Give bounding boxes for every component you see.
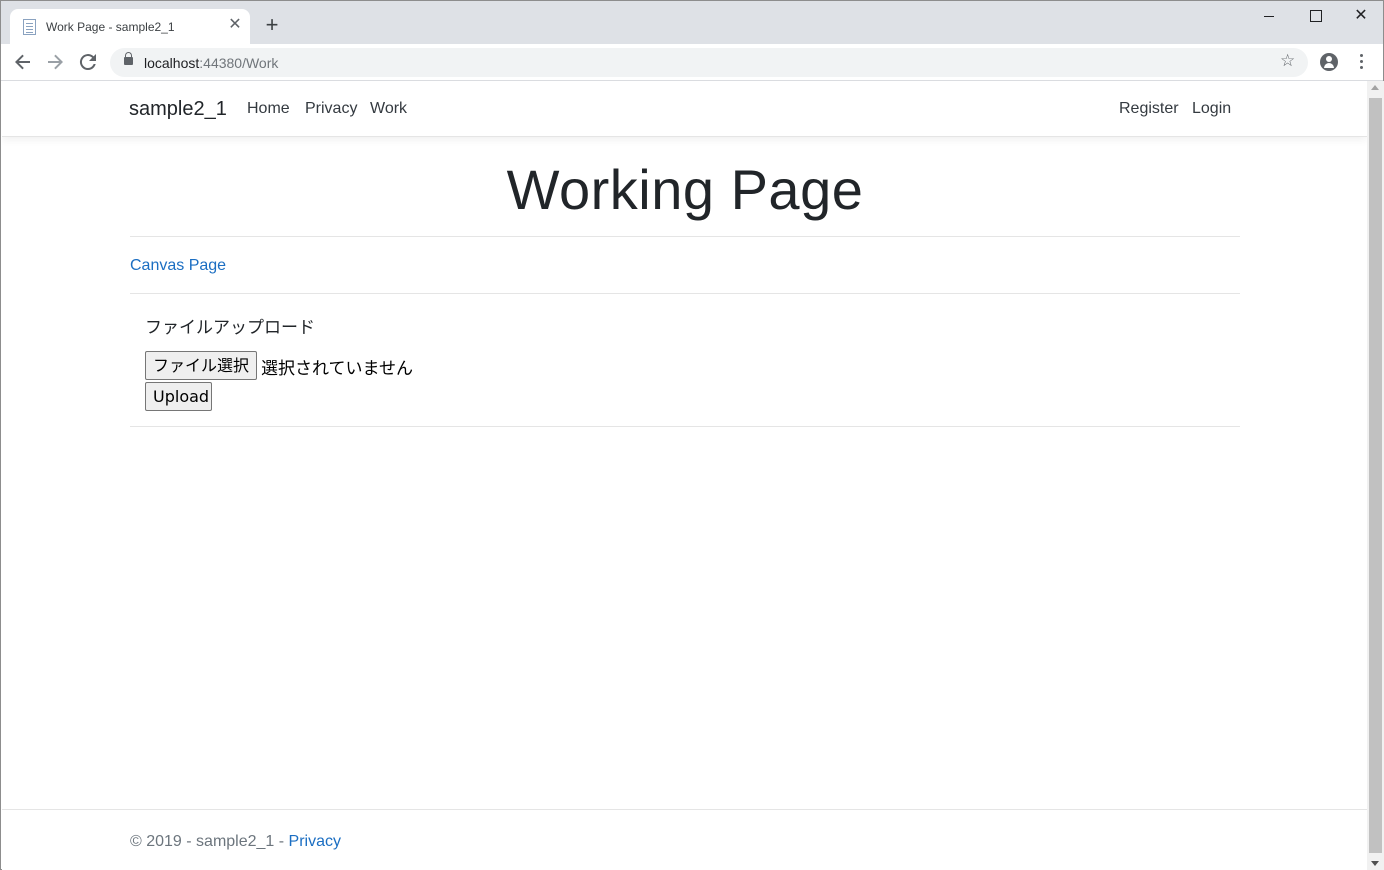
footer: © 2019 - sample2_1 - Privacy (2, 809, 1367, 870)
reload-icon (79, 54, 96, 71)
site-navbar: sample2_1 Home Privacy Work Register Log… (2, 81, 1367, 137)
nav-link-home[interactable]: Home (247, 100, 290, 118)
scrollbar[interactable] (1367, 81, 1384, 870)
divider (130, 236, 1240, 237)
scroll-thumb[interactable] (1369, 98, 1382, 853)
tab-title: Work Page - sample2_1 (46, 20, 175, 34)
new-tab-button[interactable]: + (261, 14, 283, 37)
nav-link-register[interactable]: Register (1119, 100, 1179, 118)
browser-toolbar: localhost:44380/Work ☆ (1, 44, 1383, 81)
page-title: Working Page (506, 158, 864, 221)
tab-strip: Work Page - sample2_1 ✕ + ✕ (1, 1, 1383, 44)
footer-privacy-link[interactable]: Privacy (289, 833, 341, 850)
page-viewport: sample2_1 Home Privacy Work Register Log… (2, 81, 1367, 870)
url-text[interactable]: localhost:44380/Work (144, 55, 278, 71)
page-icon (23, 19, 36, 35)
browser-tab[interactable]: Work Page - sample2_1 ✕ (10, 9, 250, 44)
back-button[interactable] (11, 50, 35, 74)
choose-file-button[interactable]: ファイル選択 (145, 351, 257, 380)
divider (130, 426, 1240, 427)
minimize-button[interactable] (1254, 6, 1284, 26)
canvas-page-link[interactable]: Canvas Page (130, 257, 226, 275)
close-icon[interactable]: ✕ (226, 16, 244, 34)
nav-link-privacy[interactable]: Privacy (305, 100, 357, 118)
bookmark-star-icon[interactable]: ☆ (1280, 51, 1295, 71)
profile-icon[interactable] (1320, 53, 1338, 71)
kebab-menu-icon[interactable] (1360, 54, 1364, 70)
footer-text: © 2019 - sample2_1 - Privacy (130, 833, 341, 850)
nav-link-login[interactable]: Login (1192, 100, 1231, 118)
browser-window: Work Page - sample2_1 ✕ + ✕ localhost:44… (0, 0, 1384, 870)
site-brand[interactable]: sample2_1 (129, 98, 227, 121)
forward-button[interactable] (43, 50, 67, 74)
address-bar[interactable]: localhost:44380/Work ☆ (110, 48, 1308, 77)
maximize-button[interactable] (1300, 6, 1330, 26)
lock-icon[interactable] (124, 52, 133, 65)
upload-heading: ファイルアップロード (145, 318, 315, 337)
upload-button[interactable]: Upload (145, 382, 212, 411)
file-status-text: 選択されていません (261, 359, 413, 378)
divider (130, 293, 1240, 294)
nav-link-work[interactable]: Work (370, 100, 407, 118)
arrow-right-icon (48, 54, 63, 70)
arrow-left-icon (15, 54, 30, 70)
window-close-button[interactable]: ✕ (1346, 6, 1376, 26)
scroll-up-arrow-icon[interactable] (1371, 85, 1379, 90)
reload-button[interactable] (76, 50, 100, 74)
scroll-down-arrow-icon[interactable] (1371, 861, 1379, 866)
